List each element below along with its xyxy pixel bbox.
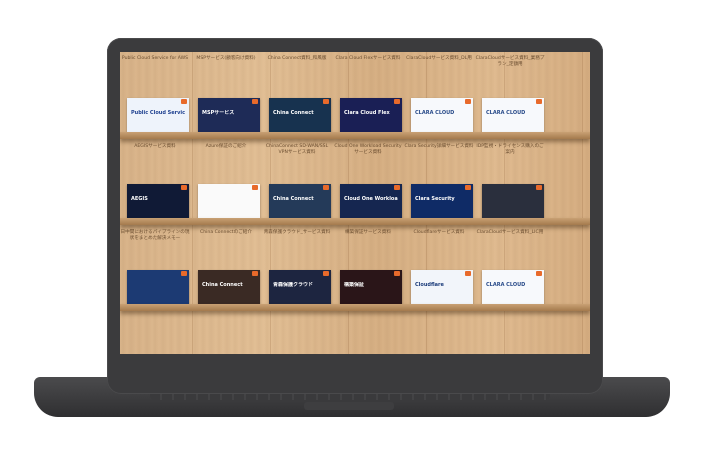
catalog-cover[interactable]: Cloud One Workload Security	[340, 184, 402, 218]
cover-title: Cloudflare	[415, 282, 444, 288]
catalog-item[interactable]: 日中間におけるパイプラインの現状をまとめた解決メモー	[120, 226, 190, 308]
catalog-title: ClaraCloudサービス資料_DL用	[406, 56, 472, 61]
catalog-cover[interactable]	[127, 270, 189, 304]
catalog-title: Clara Cloud Flexサービス資料	[335, 56, 401, 61]
cover-title: 青森保護クラウド	[273, 282, 314, 288]
cover-title: Clara Security	[415, 196, 455, 202]
catalog-title: MSPサービス(顧客向け資料)	[196, 56, 256, 61]
cover-title: China Connect	[273, 196, 314, 202]
brand-logo-icon	[181, 185, 187, 190]
cover-title: Cloud One Workload Security	[344, 196, 398, 202]
catalog-cover[interactable]: AEGIS	[127, 184, 189, 218]
brand-logo-icon	[394, 185, 400, 190]
catalog-cover[interactable]: China Connect	[198, 270, 260, 304]
catalog-title: ClaraCloudサービス資料_LIC用	[476, 230, 544, 235]
catalog-item[interactable]: ChinaConnect SD-WAN/SSL VPNサービス資料 China …	[262, 140, 332, 222]
catalog-title: China Connect資料_和風版	[267, 56, 327, 61]
catalog-cover[interactable]: Clara Cloud Flex	[340, 98, 402, 132]
brand-logo-icon	[536, 185, 542, 190]
catalog-item[interactable]: ClaraCloudサービス資料_業務プラン_定額用 CLARA CLOUD	[475, 52, 545, 134]
shelf-row-2: AEGISサービス資料 AEGIS Azure保証のご紹介 ChinaConne…	[120, 140, 590, 226]
brand-logo-icon	[465, 185, 471, 190]
catalog-title: China Connectのご紹介	[200, 230, 252, 235]
catalog-title: 青森保護クラウド_サービス資料	[263, 230, 331, 235]
brand-logo-icon	[181, 271, 187, 276]
catalog-item[interactable]: MSPサービス(顧客向け資料) MSPサービス	[191, 52, 261, 134]
catalog-item[interactable]: China Connect資料_和風版 China Connect	[262, 52, 332, 134]
catalog-item[interactable]: Cloudflareサービス資料 Cloudflare	[404, 226, 474, 308]
brand-logo-icon	[252, 185, 258, 190]
catalog-item[interactable]: 青森保護クラウド_サービス資料 青森保護クラウド	[262, 226, 332, 308]
catalog-title: Cloud One Workload Security サービス資料	[334, 144, 402, 155]
brand-logo-icon	[252, 271, 258, 276]
brand-logo-icon	[323, 99, 329, 104]
brand-logo-icon	[323, 185, 329, 190]
brand-logo-icon	[536, 99, 542, 104]
bookshelf-screen: Public Cloud Service for AWS Public Clou…	[120, 52, 590, 354]
catalog-item[interactable]: AEGISサービス資料 AEGIS	[120, 140, 190, 222]
catalog-item[interactable]: Public Cloud Service for AWS Public Clou…	[120, 52, 190, 134]
catalog-title: AEGISサービス資料	[134, 144, 176, 149]
catalog-title: 日中間におけるパイプラインの現状をまとめた解決メモー	[120, 230, 190, 241]
catalog-title: Cloudflareサービス資料	[413, 230, 465, 235]
catalog-cover[interactable]: CLARA CLOUD	[482, 270, 544, 304]
brand-logo-icon	[252, 99, 258, 104]
catalog-item[interactable]: Cloud One Workload Security サービス資料 Cloud…	[333, 140, 403, 222]
catalog-cover[interactable]: Cloudflare	[411, 270, 473, 304]
cover-title: Clara Cloud Flex	[344, 110, 390, 116]
brand-logo-icon	[394, 271, 400, 276]
catalog-item[interactable]: ClaraCloudサービス資料_LIC用 CLARA CLOUD	[475, 226, 545, 308]
cover-title: CLARA CLOUD	[415, 110, 455, 116]
brand-logo-icon	[465, 99, 471, 104]
catalog-cover[interactable]: Clara Security	[411, 184, 473, 218]
catalog-title: Clara Security詳細サービス資料	[404, 144, 474, 149]
catalog-item[interactable]: Clara Cloud Flexサービス資料 Clara Cloud Flex	[333, 52, 403, 134]
catalog-title: Public Cloud Service for AWS	[121, 56, 189, 61]
catalog-cover[interactable]	[198, 184, 260, 218]
cover-title: CLARA CLOUD	[486, 110, 526, 116]
catalog-cover[interactable]: MSPサービス	[198, 98, 260, 132]
catalog-item[interactable]: IDP監視・ドライセンス購入のご案内	[475, 140, 545, 222]
brand-logo-icon	[394, 99, 400, 104]
cover-title: AEGIS	[131, 196, 148, 202]
brand-logo-icon	[536, 271, 542, 276]
cover-title: Public Cloud Service for AWS	[131, 110, 185, 116]
catalog-cover[interactable]: China Connect	[269, 184, 331, 218]
shelf-board	[120, 132, 590, 139]
catalog-title: 構築保証サービス資料	[345, 230, 391, 235]
catalog-item[interactable]: 構築保証サービス資料 構築保証	[333, 226, 403, 308]
brand-logo-icon	[181, 99, 187, 104]
catalog-cover[interactable]: Public Cloud Service for AWS	[127, 98, 189, 132]
catalog-item[interactable]: China Connectのご紹介 China Connect	[191, 226, 261, 308]
shelf-row-1: Public Cloud Service for AWS Public Clou…	[120, 52, 590, 138]
catalog-cover[interactable]: 青森保護クラウド	[269, 270, 331, 304]
catalog-title: IDP監視・ドライセンス購入のご案内	[476, 144, 544, 155]
catalog-title: ChinaConnect SD-WAN/SSL VPNサービス資料	[265, 144, 329, 155]
catalog-cover[interactable]: China Connect	[269, 98, 331, 132]
catalog-title: Azure保証のご紹介	[205, 144, 247, 149]
catalog-cover[interactable]: 構築保証	[340, 270, 402, 304]
catalog-cover[interactable]: CLARA CLOUD	[411, 98, 473, 132]
cover-title: 構築保証	[344, 282, 365, 288]
cover-title: China Connect	[273, 110, 314, 116]
catalog-item[interactable]: Azure保証のご紹介	[191, 140, 261, 222]
shelf-board	[120, 218, 590, 225]
shelf-board	[120, 304, 590, 311]
catalog-title: ClaraCloudサービス資料_業務プラン_定額用	[475, 56, 545, 67]
brand-logo-icon	[323, 271, 329, 276]
catalog-cover[interactable]: CLARA CLOUD	[482, 98, 544, 132]
trackpad	[304, 402, 394, 410]
cover-title: CLARA CLOUD	[486, 282, 526, 288]
catalog-item[interactable]: Clara Security詳細サービス資料 Clara Security	[404, 140, 474, 222]
catalog-cover[interactable]	[482, 184, 544, 218]
shelf-row-3: 日中間におけるパイプラインの現状をまとめた解決メモー China Connect…	[120, 226, 590, 312]
cover-title: China Connect	[202, 282, 243, 288]
cover-title: MSPサービス	[202, 110, 235, 116]
catalog-item[interactable]: ClaraCloudサービス資料_DL用 CLARA CLOUD	[404, 52, 474, 134]
brand-logo-icon	[465, 271, 471, 276]
